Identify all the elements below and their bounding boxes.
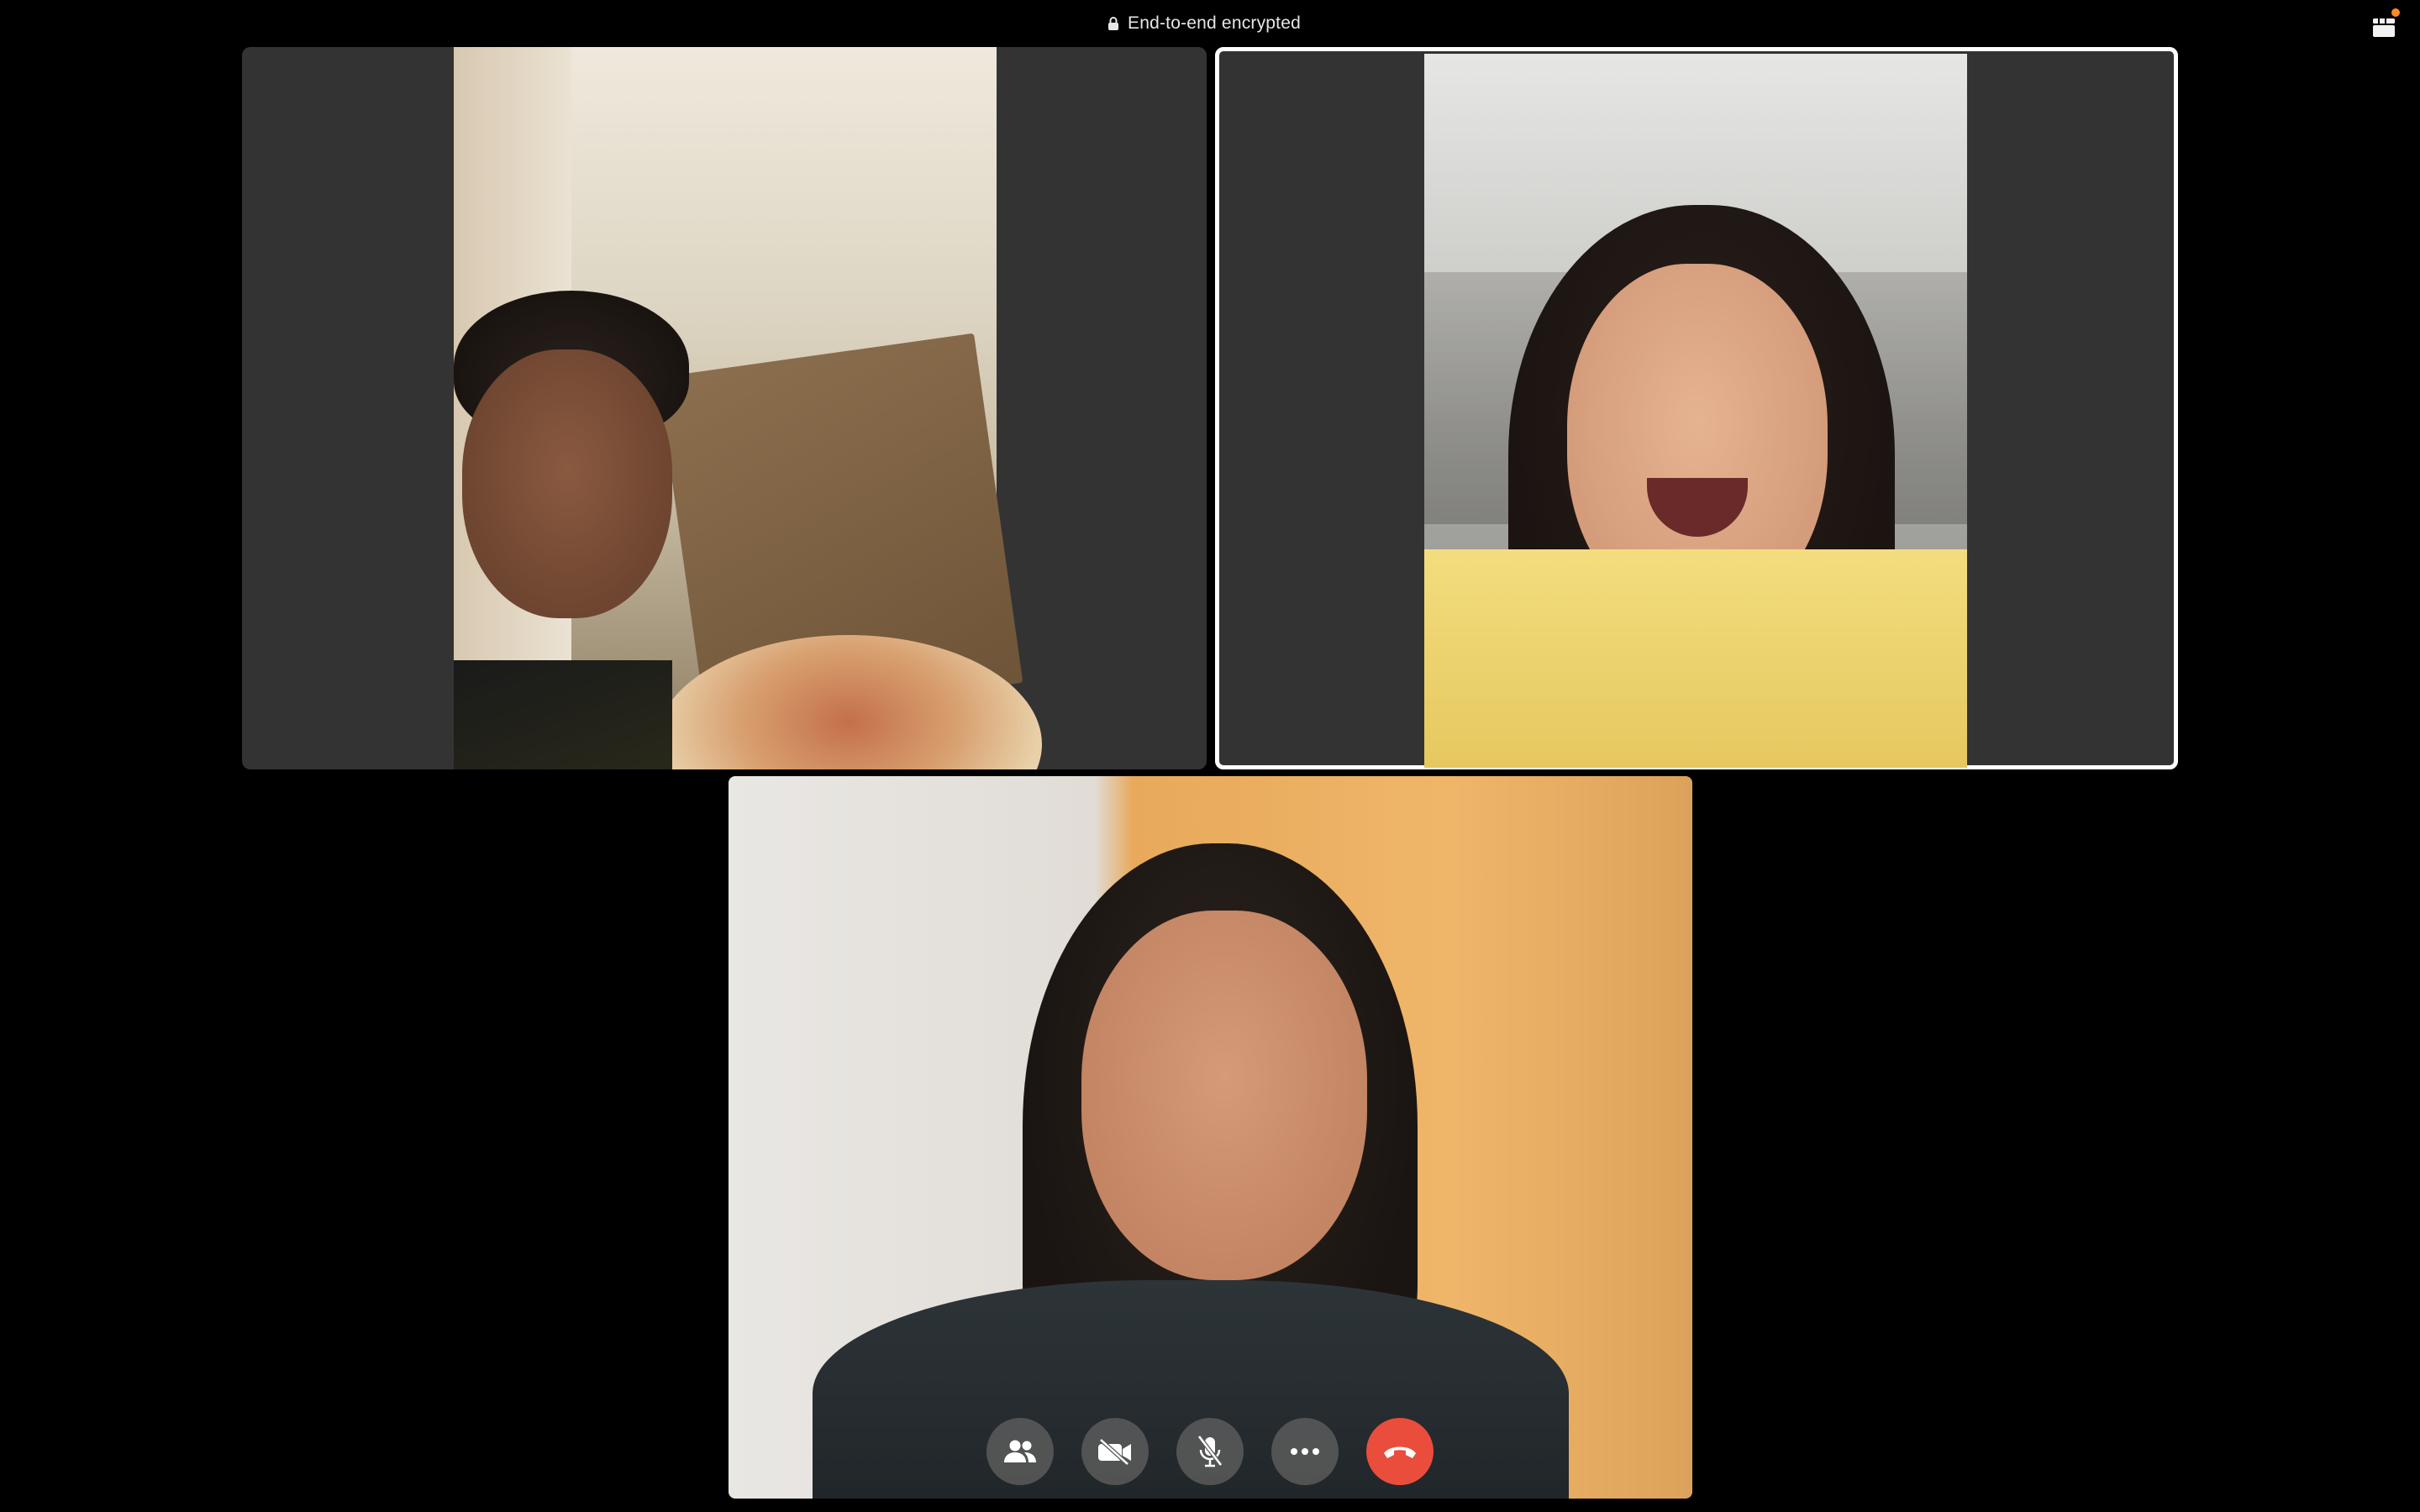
grid-view-icon	[2373, 18, 2395, 37]
lock-icon	[1108, 17, 1118, 30]
participant-video-1	[454, 47, 1042, 769]
encryption-status: End-to-end encrypted	[1107, 12, 1301, 35]
call-controls	[986, 1418, 1434, 1485]
participants-button[interactable]	[986, 1418, 1054, 1485]
self-face	[1081, 911, 1367, 1280]
top-bar: End-to-end encrypted	[0, 0, 2420, 47]
mic-toggle-button[interactable]	[1176, 1418, 1244, 1485]
participant-face	[462, 349, 672, 618]
participant-video-2	[1424, 54, 1967, 768]
people-icon	[1004, 1440, 1036, 1462]
end-call-button[interactable]	[1366, 1418, 1434, 1485]
participant-shirt	[1424, 549, 1967, 768]
camera-toggle-button[interactable]	[1081, 1418, 1149, 1485]
video-off-icon	[1098, 1438, 1131, 1465]
participant-tile-2-active-speaker[interactable]	[1215, 47, 2178, 769]
more-horizontal-icon	[1291, 1448, 1319, 1455]
grid-view-button[interactable]	[2370, 8, 2403, 42]
mic-off-icon	[1197, 1435, 1223, 1467]
participant-shirt	[454, 660, 672, 769]
phone-hangup-icon	[1384, 1446, 1416, 1458]
encryption-label: End-to-end encrypted	[1128, 13, 1301, 33]
notification-dot	[2391, 8, 2400, 17]
self-view-video	[729, 776, 1692, 1499]
self-view-tile[interactable]	[729, 776, 1692, 1499]
participant-tile-1[interactable]	[242, 47, 1207, 769]
more-options-button[interactable]	[1271, 1418, 1339, 1485]
